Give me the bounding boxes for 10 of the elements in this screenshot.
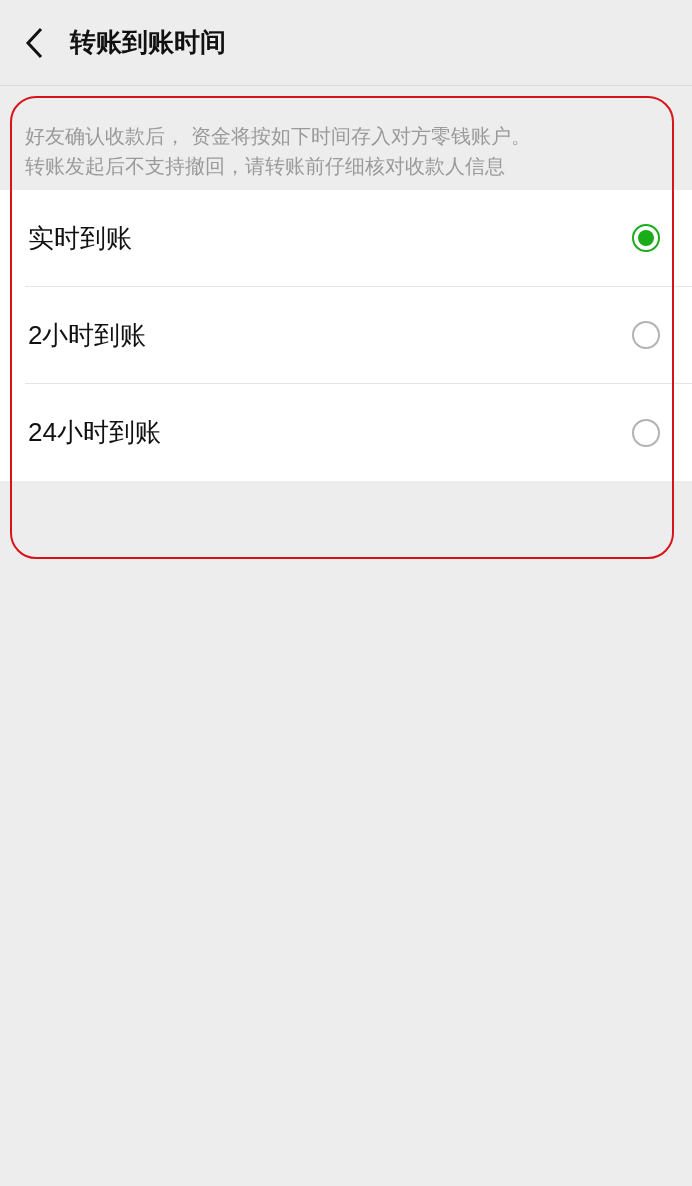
back-icon[interactable] — [24, 26, 44, 59]
option-label[interactable]: 实时到账 — [25, 218, 132, 258]
page-title: 转账到账时间 — [70, 26, 226, 59]
radio-button[interactable] — [632, 321, 660, 349]
option-label[interactable]: 2小时到账 — [25, 315, 147, 355]
radio-button[interactable] — [632, 418, 660, 447]
option-label[interactable]: 24小时到账 — [25, 413, 161, 452]
info-text: 好友确认收款后， 资金将按如下时间存入对方零钱账户。 — [25, 124, 531, 149]
radio-button[interactable] — [632, 224, 660, 252]
info-text: 转账发起后不支持撤回，请转账前仔细核对收款人信息 — [25, 154, 505, 179]
